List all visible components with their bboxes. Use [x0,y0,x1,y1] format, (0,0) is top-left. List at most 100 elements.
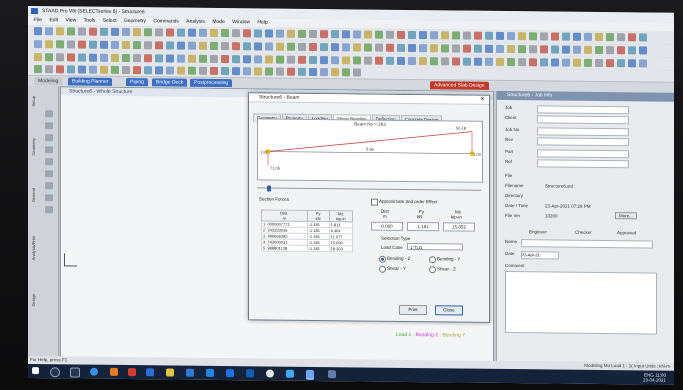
toolbar-button-icon[interactable] [628,33,636,42]
toolbar-button-icon[interactable] [375,43,383,52]
toolbar-button-icon[interactable] [364,43,372,52]
toolbar-button-icon[interactable] [529,32,537,41]
toolbar-button-icon[interactable] [584,45,592,54]
toolbar-button-icon[interactable] [67,40,75,49]
left-tab-design[interactable]: Design [31,294,40,307]
toolbar-button-icon[interactable] [56,27,64,36]
toolbar-button-icon[interactable] [639,59,647,68]
toolbar-button-icon[interactable] [276,67,284,76]
toolbar-button-icon[interactable] [287,42,295,51]
toolbar-button-icon[interactable] [89,65,97,74]
toolbar-button-icon[interactable] [353,43,361,52]
toolbar-button-icon[interactable] [199,54,207,63]
toolbar-button-icon[interactable] [210,66,218,75]
toolbar-button-icon[interactable] [78,40,86,49]
ref-field[interactable] [537,159,629,169]
toolbar-button-icon[interactable] [298,29,306,38]
toolbar-button-icon[interactable] [199,41,207,50]
toolbar-button-icon[interactable] [155,54,163,63]
app-icon[interactable] [128,368,136,377]
toolbar-button-icon[interactable] [441,57,449,66]
toolbar-button-icon[interactable] [56,53,64,62]
toolbar-button-icon[interactable] [606,33,614,42]
toolbar-button-icon[interactable] [56,40,64,49]
toolbar-button-icon[interactable] [485,44,493,53]
toolbar-button-icon[interactable] [34,65,42,74]
toolbar-button-icon[interactable] [265,42,273,51]
toolbar-button-icon[interactable] [243,55,251,64]
bending-z-radio[interactable] [379,255,386,263]
app-icon[interactable] [110,367,118,376]
toolbar-button-icon[interactable] [100,65,108,74]
tool-icon[interactable] [45,122,53,130]
date-field[interactable]: 23-Apr-21 [521,251,559,260]
toolbar-button-icon[interactable] [276,29,284,38]
toolbar-button-icon[interactable] [298,42,306,51]
menu-commands[interactable]: Commands [153,17,179,26]
toolbar-button-icon[interactable] [188,66,196,75]
toolbar-button-icon[interactable] [606,59,614,68]
edge-icon[interactable] [90,367,98,376]
toolbar-button-icon[interactable] [276,55,284,64]
toolbar-button-icon[interactable] [45,53,53,62]
toolbar-button-icon[interactable] [375,56,383,65]
tab-postprocessing[interactable]: Postprocessing [190,78,233,88]
toolbar-button-icon[interactable] [419,57,427,66]
toolbar-button-icon[interactable] [452,31,460,40]
toolbar-button-icon[interactable] [463,44,471,53]
menu-geometry[interactable]: Geometry [124,17,146,26]
toolbar-button-icon[interactable] [309,29,317,39]
toolbar-button-icon[interactable] [100,27,108,36]
tool-icon[interactable] [45,194,53,202]
toolbar-button-icon[interactable] [221,42,229,51]
toolbar-button-icon[interactable] [155,41,163,50]
toolbar-button-icon[interactable] [320,68,328,77]
toolbar-button-icon[interactable] [430,57,438,66]
tab-bridge-deck[interactable]: Bridge Deck [152,78,188,87]
shear-y-radio[interactable] [379,265,386,273]
toolbar-button-icon[interactable] [111,27,119,36]
load-case-select[interactable]: 1:TLD [407,242,463,251]
toolbar-button-icon[interactable] [562,32,570,41]
toolbar-button-icon[interactable] [584,32,592,41]
fy-value-field[interactable]: 1.181 [407,221,439,232]
bending-y-radio[interactable] [429,256,436,264]
toolbar-button-icon[interactable] [177,41,185,50]
toolbar-button-icon[interactable] [474,31,482,40]
toolbar-button-icon[interactable] [188,28,196,37]
toolbar-button-icon[interactable] [320,56,328,65]
menu-window[interactable]: Window [232,18,250,27]
toolbar-button-icon[interactable] [133,41,141,50]
toolbar-button-icon[interactable] [254,29,262,38]
toolbar-button-icon[interactable] [441,31,449,40]
toolbar-button-icon[interactable] [210,28,218,37]
toolbar-button-icon[interactable] [166,66,174,75]
toolbar-button-icon[interactable] [408,56,416,66]
toolbar-button-icon[interactable] [408,30,416,40]
toolbar-button-icon[interactable] [122,27,130,37]
toolbar-button-icon[interactable] [111,40,119,49]
toolbar-button-icon[interactable] [331,30,339,39]
toolbar-button-icon[interactable] [419,44,427,53]
close-icon[interactable]: ✕ [480,96,485,105]
job-no-field[interactable] [537,127,629,137]
toolbar-button-icon[interactable] [540,32,548,41]
toolbar-button-icon[interactable] [45,40,53,49]
toolbar-button-icon[interactable] [254,55,262,64]
toolbar-button-icon[interactable] [441,44,449,53]
toolbar-button-icon[interactable] [617,33,625,42]
app-icon[interactable] [226,369,234,378]
toolbar-button-icon[interactable] [45,27,53,36]
toolbar-button-icon[interactable] [243,67,251,76]
toolbar-button-icon[interactable] [628,59,636,68]
comment-field[interactable] [505,270,657,335]
toolbar-button-icon[interactable] [463,57,471,66]
toolbar-button-icon[interactable] [364,56,372,65]
toolbar-button-icon[interactable] [430,44,438,53]
toolbar-button-icon[interactable] [573,45,581,54]
tab-building-planner[interactable]: Building Planner [68,77,113,86]
position-slider[interactable] [257,185,481,193]
toolbar-button-icon[interactable] [562,58,570,67]
toolbar-button-icon[interactable] [265,67,273,76]
toolbar-button-icon[interactable] [474,44,482,53]
